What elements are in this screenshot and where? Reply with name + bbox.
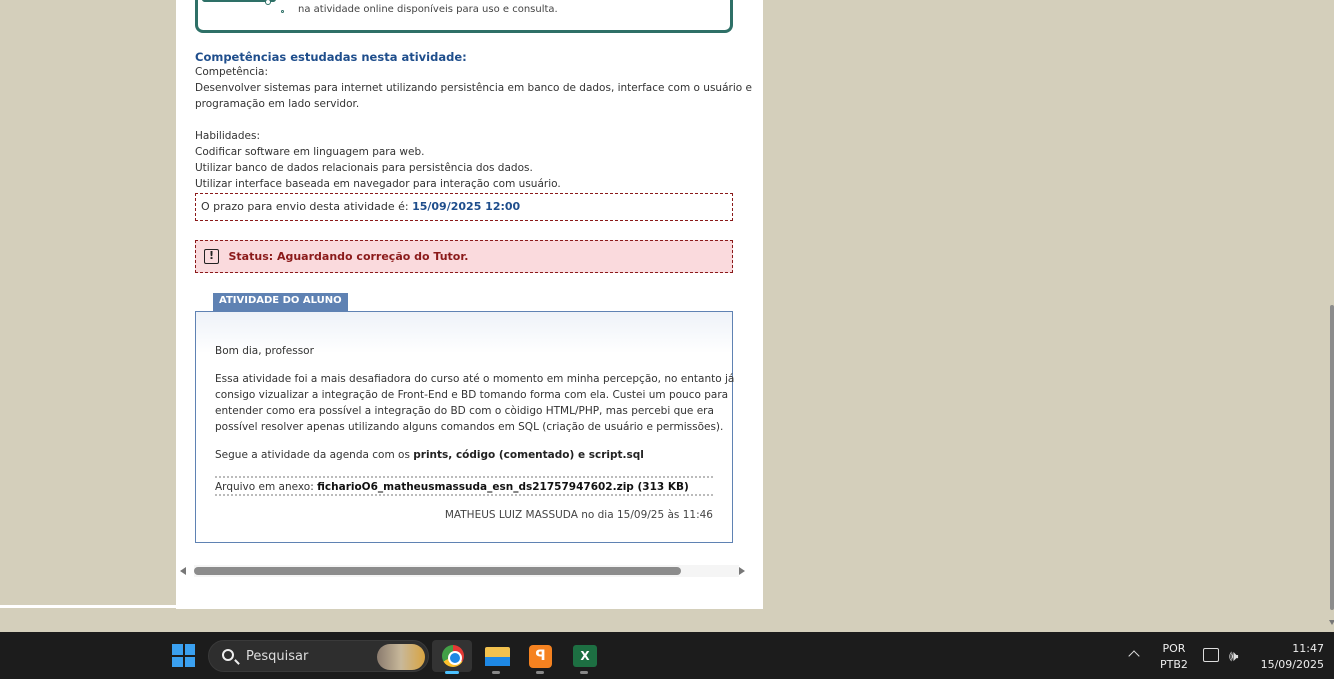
windows-start-icon[interactable]	[172, 644, 195, 667]
running-indicator	[536, 671, 544, 674]
search-highlight-image	[377, 644, 425, 670]
running-indicator	[580, 671, 588, 674]
info-box: na atividade online disponíveis para uso…	[195, 0, 733, 33]
atividade-aluno-box: Bom dia, professor Essa atividade foi a …	[195, 311, 735, 543]
clock-time: 11:47	[1292, 642, 1324, 655]
xampp-taskbar-button[interactable]: ꟼ	[520, 640, 560, 674]
paragraph-line: Essa atividade foi a mais desafiadora do…	[215, 373, 735, 385]
xampp-icon: ꟼ	[529, 645, 552, 668]
clock-date: 15/09/2025	[1260, 658, 1324, 671]
running-indicator	[445, 671, 459, 674]
taskbar: Pesquisar ꟼ X POR PTB2 🕪 11:47 15/09/202…	[0, 632, 1334, 679]
competencias-title: Competências estudadas nesta atividade:	[195, 50, 467, 64]
paragraph-line: possível resolver apenas utilizando algu…	[215, 421, 724, 433]
status-text: Status: Aguardando correção do Tutor.	[228, 250, 469, 263]
horizontal-scrollbar[interactable]	[176, 563, 763, 579]
segue-prefix: Segue a atividade da agenda com os	[215, 449, 410, 461]
decorative-dot	[265, 0, 271, 5]
scroll-left-arrow-icon[interactable]	[180, 567, 186, 575]
vertical-scrollbar-thumb[interactable]	[1330, 305, 1334, 610]
language-code: POR	[1162, 642, 1186, 655]
excel-icon: X	[573, 645, 597, 667]
info-box-text: na atividade online disponíveis para uso…	[298, 4, 558, 15]
scroll-right-arrow-icon[interactable]	[739, 567, 745, 575]
scrollbar-thumb[interactable]	[194, 567, 681, 575]
competencia-text: Desenvolver sistemas para internet utili…	[195, 82, 752, 94]
habilidade-item: Codificar software em linguagem para web…	[195, 146, 425, 158]
attachment-row: Arquivo em anexo: ficharioO6_matheusmass…	[215, 476, 713, 496]
paragraph-line: entender como era possível a integração …	[215, 405, 714, 417]
chrome-taskbar-button[interactable]	[432, 640, 472, 674]
status-banner: ! Status: Aguardando correção do Tutor.	[195, 240, 733, 273]
scroll-down-arrow-icon[interactable]	[1329, 620, 1334, 625]
decorative-dot	[281, 10, 284, 13]
competencia-text: programação em lado servidor.	[195, 98, 360, 110]
paragraph-line: consigo vizualizar a integração de Front…	[215, 389, 729, 401]
system-clock[interactable]: 11:47 15/09/2025	[1258, 641, 1324, 673]
habilidade-item: Utilizar interface baseada em navegador …	[195, 178, 561, 190]
keyboard-layout: PTB2	[1160, 658, 1188, 671]
chevron-up-icon[interactable]	[1128, 650, 1140, 662]
deadline-label: O prazo para envio desta atividade é:	[201, 200, 409, 213]
language-indicator[interactable]: POR PTB2	[1160, 641, 1188, 673]
habilidades-label: Habilidades:	[195, 130, 260, 142]
attachment-link[interactable]: ficharioO6_matheusmassuda_esn_ds21757947…	[317, 481, 689, 493]
greeting-text: Bom dia, professor	[215, 345, 314, 357]
search-icon	[222, 649, 234, 661]
search-placeholder: Pesquisar	[246, 649, 309, 664]
atividade-aluno-tab: ATIVIDADE DO ALUNO	[213, 293, 348, 311]
network-icon[interactable]	[1203, 648, 1219, 662]
signature-text: MATHEUS LUIZ MASSUDA no dia 15/09/25 às …	[444, 509, 713, 521]
competencia-label: Competência:	[195, 66, 269, 78]
file-explorer-taskbar-button[interactable]	[476, 640, 516, 674]
file-explorer-icon	[485, 647, 510, 666]
habilidade-item: Utilizar banco de dados relacionais para…	[195, 162, 533, 174]
taskbar-search[interactable]: Pesquisar	[208, 640, 429, 672]
running-indicator	[492, 671, 500, 674]
segue-bold: prints, código (comentado) e script.sql	[413, 449, 644, 461]
volume-icon[interactable]: 🕪	[1229, 647, 1238, 665]
excel-taskbar-button[interactable]: X	[564, 640, 604, 674]
chrome-icon	[442, 645, 464, 667]
page-content: na atividade online disponíveis para uso…	[176, 0, 763, 609]
deadline-box: O prazo para envio desta atividade é: 15…	[195, 193, 733, 221]
page-background-strip	[0, 605, 176, 608]
segue-text: Segue a atividade da agenda com os print…	[215, 449, 644, 461]
attachment-label: Arquivo em anexo:	[215, 481, 314, 493]
deadline-date: 15/09/2025 12:00	[412, 200, 521, 213]
alert-icon: !	[204, 249, 219, 264]
